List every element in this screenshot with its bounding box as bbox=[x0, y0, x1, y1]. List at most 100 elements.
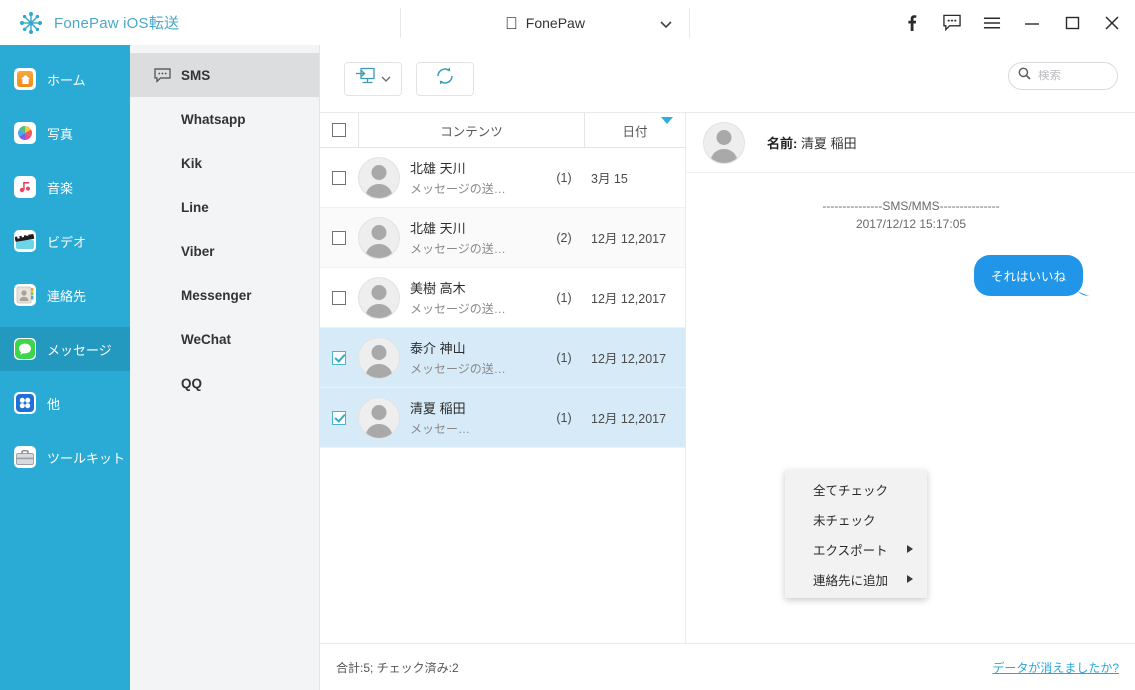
table-row[interactable]: 泰介 神山 メッセージの送… (1) 12月 12,2017 bbox=[320, 328, 685, 388]
message-date: 3月 15 bbox=[585, 168, 685, 187]
minimize-icon[interactable] bbox=[1023, 14, 1041, 32]
context-menu-label: 連絡先に追加 bbox=[813, 570, 888, 589]
row-checkbox[interactable] bbox=[332, 291, 346, 305]
sidebar-item-label: ツールキット bbox=[47, 448, 125, 467]
data-lost-link[interactable]: データが消えましたか? bbox=[992, 659, 1119, 676]
app-item-sms[interactable]: SMS bbox=[130, 53, 319, 97]
list-header-row: コンテンツ 日付 bbox=[320, 113, 685, 148]
row-checkbox-cell[interactable] bbox=[320, 291, 358, 305]
app-item-viber[interactable]: Viber bbox=[130, 229, 319, 273]
sidebar-item-toolkit[interactable]: ツールキット bbox=[0, 435, 130, 479]
content-toolbar bbox=[320, 45, 1135, 113]
chevron-down-icon[interactable] bbox=[659, 17, 671, 29]
chevron-down-icon[interactable] bbox=[381, 70, 391, 88]
row-checkbox-cell[interactable] bbox=[320, 351, 358, 365]
sidebar-item-music[interactable]: 音楽 bbox=[0, 165, 130, 209]
app-item-whatsapp[interactable]: Whatsapp bbox=[130, 97, 319, 141]
row-checkbox[interactable] bbox=[332, 231, 346, 245]
row-text: 清夏 稲田 メッセー… bbox=[410, 398, 543, 437]
thread-timestamp: 2017/12/12 15:17:05 bbox=[687, 215, 1135, 233]
sidebar-item-other[interactable]: 他 bbox=[0, 381, 130, 425]
avatar bbox=[358, 217, 400, 259]
app-item-label: Line bbox=[181, 200, 209, 215]
status-bar: 合計:5; チェック済み:2 データが消えましたか? bbox=[320, 643, 1135, 690]
contact-name: 泰介 神山 bbox=[410, 338, 543, 357]
app-item-qq[interactable]: QQ bbox=[130, 361, 319, 405]
detail-name-value: 清夏 稲田 bbox=[801, 136, 857, 151]
app-item-messenger[interactable]: Messenger bbox=[130, 273, 319, 317]
maximize-icon[interactable] bbox=[1063, 14, 1081, 32]
application-window: FonePaw iOS転送  FonePaw bbox=[0, 0, 1135, 690]
message-preview: メッセージの送… bbox=[410, 180, 543, 197]
row-checkbox[interactable] bbox=[332, 351, 346, 365]
close-icon[interactable] bbox=[1103, 14, 1121, 32]
row-checkbox-cell[interactable] bbox=[320, 231, 358, 245]
sidebar-item-video[interactable]: ビデオ bbox=[0, 219, 130, 263]
select-all-checkbox[interactable] bbox=[332, 123, 346, 137]
search-input[interactable] bbox=[1038, 70, 1108, 82]
app-item-label: Kik bbox=[181, 156, 202, 171]
conversation-thread: ---------------SMS/MMS--------------- 20… bbox=[687, 173, 1135, 296]
facebook-icon[interactable] bbox=[903, 14, 921, 32]
column-header-date[interactable]: 日付 bbox=[585, 113, 685, 147]
title-bar: FonePaw iOS転送  FonePaw bbox=[0, 0, 1135, 45]
table-row[interactable]: 北雄 天川 メッセージの送… (1) 3月 15 bbox=[320, 148, 685, 208]
sort-descending-icon[interactable] bbox=[661, 117, 673, 124]
context-menu-item-export[interactable]: エクスポート bbox=[785, 534, 927, 564]
refresh-button[interactable] bbox=[416, 62, 474, 96]
sidebar-item-messages[interactable]: メッセージ bbox=[0, 327, 130, 371]
app-item-line[interactable]: Line bbox=[130, 185, 319, 229]
table-row[interactable]: 清夏 稲田 メッセー… (1) 12月 12,2017 bbox=[320, 388, 685, 448]
menu-hamburger-icon[interactable] bbox=[983, 14, 1001, 32]
message-count: (1) bbox=[543, 351, 585, 365]
sidebar-item-home[interactable]: ホーム bbox=[0, 57, 130, 101]
message-count: (2) bbox=[543, 231, 585, 245]
row-text: 美樹 高木 メッセージの送… bbox=[410, 278, 543, 317]
message-count: (1) bbox=[543, 411, 585, 425]
select-all-cell[interactable] bbox=[320, 123, 358, 137]
export-to-computer-icon bbox=[355, 66, 377, 91]
main-content: コンテンツ 日付 北雄 天川 メッセージの送… (1) 3月 15 bbox=[320, 45, 1135, 690]
context-menu-item-check-all[interactable]: 全てチェック bbox=[785, 474, 927, 504]
refresh-circular-arrows-icon bbox=[434, 65, 456, 92]
conversation-list-pane: コンテンツ 日付 北雄 天川 メッセージの送… (1) 3月 15 bbox=[320, 113, 686, 690]
message-row: それはいいね bbox=[687, 255, 1135, 296]
app-item-wechat[interactable]: WeChat bbox=[130, 317, 319, 361]
column-header-content[interactable]: コンテンツ bbox=[358, 113, 585, 147]
contacts-icon bbox=[14, 284, 36, 306]
window-controls bbox=[903, 0, 1121, 45]
sidebar-item-contacts[interactable]: 連絡先 bbox=[0, 273, 130, 317]
row-checkbox[interactable] bbox=[332, 411, 346, 425]
sidebar-item-label: 連絡先 bbox=[47, 286, 86, 305]
row-checkbox-cell[interactable] bbox=[320, 411, 358, 425]
apple-logo-icon:  bbox=[505, 15, 518, 32]
avatar bbox=[358, 157, 400, 199]
submenu-arrow-icon bbox=[907, 575, 913, 583]
export-to-pc-button[interactable] bbox=[344, 62, 402, 96]
contact-name: 北雄 天川 bbox=[410, 218, 543, 237]
message-count: (1) bbox=[543, 171, 585, 185]
context-menu-item-add-to-contacts[interactable]: 連絡先に追加 bbox=[785, 564, 927, 594]
feedback-chat-icon[interactable] bbox=[943, 14, 961, 32]
music-icon bbox=[14, 176, 36, 198]
search-box[interactable] bbox=[1008, 62, 1118, 90]
device-selector[interactable]:  FonePaw bbox=[400, 8, 690, 38]
message-bubble[interactable]: それはいいね bbox=[974, 255, 1083, 296]
selection-status: 合計:5; チェック済み:2 bbox=[336, 659, 459, 676]
context-menu-item-uncheck[interactable]: 未チェック bbox=[785, 504, 927, 534]
row-checkbox[interactable] bbox=[332, 171, 346, 185]
sidebar-item-label: 写真 bbox=[47, 124, 73, 143]
app-item-kik[interactable]: Kik bbox=[130, 141, 319, 185]
table-row[interactable]: 美樹 高木 メッセージの送… (1) 12月 12,2017 bbox=[320, 268, 685, 328]
row-text: 北雄 天川 メッセージの送… bbox=[410, 218, 543, 257]
detail-name-label: 名前: bbox=[767, 136, 797, 151]
sidebar-item-label: ビデオ bbox=[47, 232, 86, 251]
table-row[interactable]: 北雄 天川 メッセージの送… (2) 12月 12,2017 bbox=[320, 208, 685, 268]
sidebar-item-photos[interactable]: 写真 bbox=[0, 111, 130, 155]
row-text: 北雄 天川 メッセージの送… bbox=[410, 158, 543, 197]
app-item-label: SMS bbox=[181, 68, 210, 83]
contact-name: 美樹 高木 bbox=[410, 278, 543, 297]
snowflake-logo-icon bbox=[18, 10, 44, 36]
row-checkbox-cell[interactable] bbox=[320, 171, 358, 185]
message-date: 12月 12,2017 bbox=[585, 408, 685, 427]
